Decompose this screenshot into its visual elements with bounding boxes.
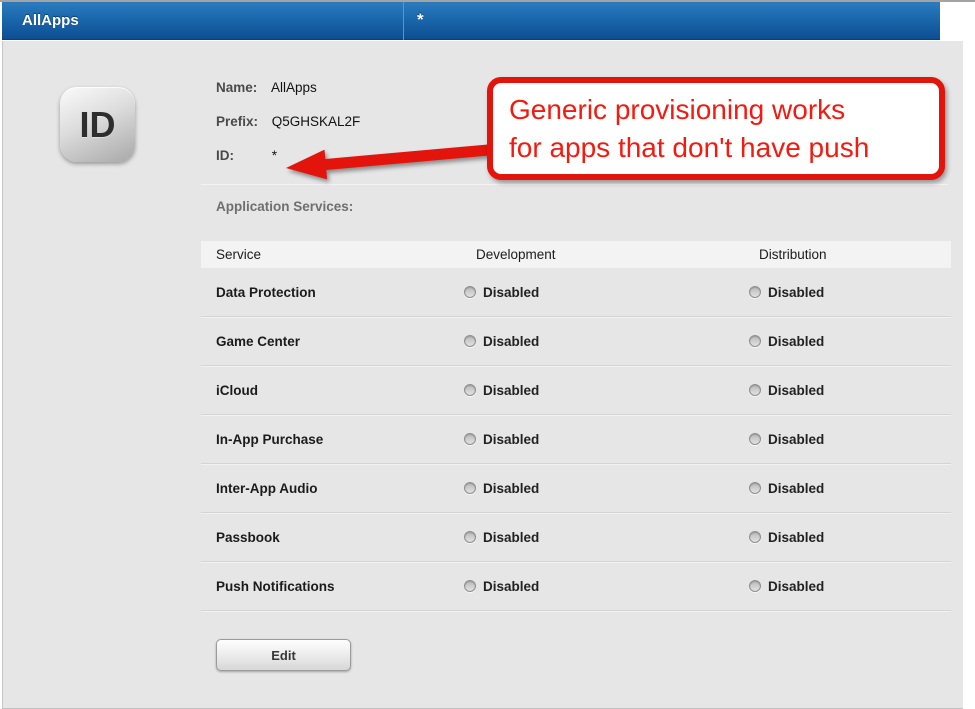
prefix-label: Prefix: [216,105,268,139]
column-header-distribution: Distribution [741,247,951,262]
name-label: Name: [216,71,268,105]
distribution-status: Disabled [768,579,824,594]
distribution-radio-icon [749,482,761,494]
development-status: Disabled [483,383,539,398]
service-row: Inter-App Audio Disabled Disabled [201,464,951,513]
service-row: Passbook Disabled Disabled [201,513,951,562]
distribution-status: Disabled [768,432,824,447]
development-radio-icon [464,286,476,298]
appid-row-name: AllApps [22,2,79,40]
development-radio-icon [464,433,476,445]
development-radio-icon [464,384,476,396]
app-id-icon-label: ID [80,104,116,146]
distribution-status: Disabled [768,530,824,545]
service-name: Passbook [216,530,280,545]
service-row: Push Notifications Disabled Disabled [201,562,951,611]
development-status: Disabled [483,530,539,545]
appid-row-header[interactable]: AllApps * [2,2,940,40]
meta-row-name: Name: AllApps [216,71,360,105]
id-label: ID: [216,139,268,173]
name-value: AllApps [271,80,317,95]
distribution-radio-icon [749,286,761,298]
services-table-header: Service Development Distribution [201,241,951,268]
distribution-radio-icon [749,531,761,543]
prefix-value: Q5GHSKAL2F [272,114,361,129]
distribution-radio-icon [749,580,761,592]
service-name: iCloud [216,383,258,398]
distribution-status: Disabled [768,334,824,349]
service-row: Game Center Disabled Disabled [201,317,951,366]
development-status: Disabled [483,579,539,594]
services-table-body: Data Protection Disabled Disabled Game C… [201,268,951,611]
column-header-service: Service [201,247,456,262]
development-radio-icon [464,580,476,592]
distribution-status: Disabled [768,383,824,398]
service-name: Game Center [216,334,300,349]
development-radio-icon [464,531,476,543]
header-column-divider [403,2,404,40]
application-services-heading: Application Services: [216,199,353,214]
app-id-icon: ID [60,87,135,162]
appid-row-id: * [417,10,424,30]
development-status: Disabled [483,334,539,349]
annotation-line-1: Generic provisioning works [509,91,939,129]
annotation-callout: Generic provisioning works for apps that… [487,77,945,180]
callout-arrow-icon [276,130,516,190]
development-status: Disabled [483,285,539,300]
distribution-radio-icon [749,433,761,445]
development-radio-icon [464,482,476,494]
distribution-radio-icon [749,335,761,347]
distribution-status: Disabled [768,285,824,300]
distribution-radio-icon [749,384,761,396]
service-name: In-App Purchase [216,432,323,447]
development-status: Disabled [483,432,539,447]
service-name: Data Protection [216,285,316,300]
development-status: Disabled [483,481,539,496]
development-radio-icon [464,335,476,347]
service-row: Data Protection Disabled Disabled [201,268,951,317]
service-row: In-App Purchase Disabled Disabled [201,415,951,464]
service-name: Inter-App Audio [216,481,317,496]
edit-button[interactable]: Edit [216,639,351,671]
distribution-status: Disabled [768,481,824,496]
annotation-line-2: for apps that don't have push [509,129,939,167]
column-header-development: Development [456,247,741,262]
service-row: iCloud Disabled Disabled [201,366,951,415]
page: AllApps * ID Name: AllApps Prefix: Q5GHS… [0,0,975,709]
service-name: Push Notifications [216,579,335,594]
services-table: Service Development Distribution Data Pr… [201,241,951,611]
